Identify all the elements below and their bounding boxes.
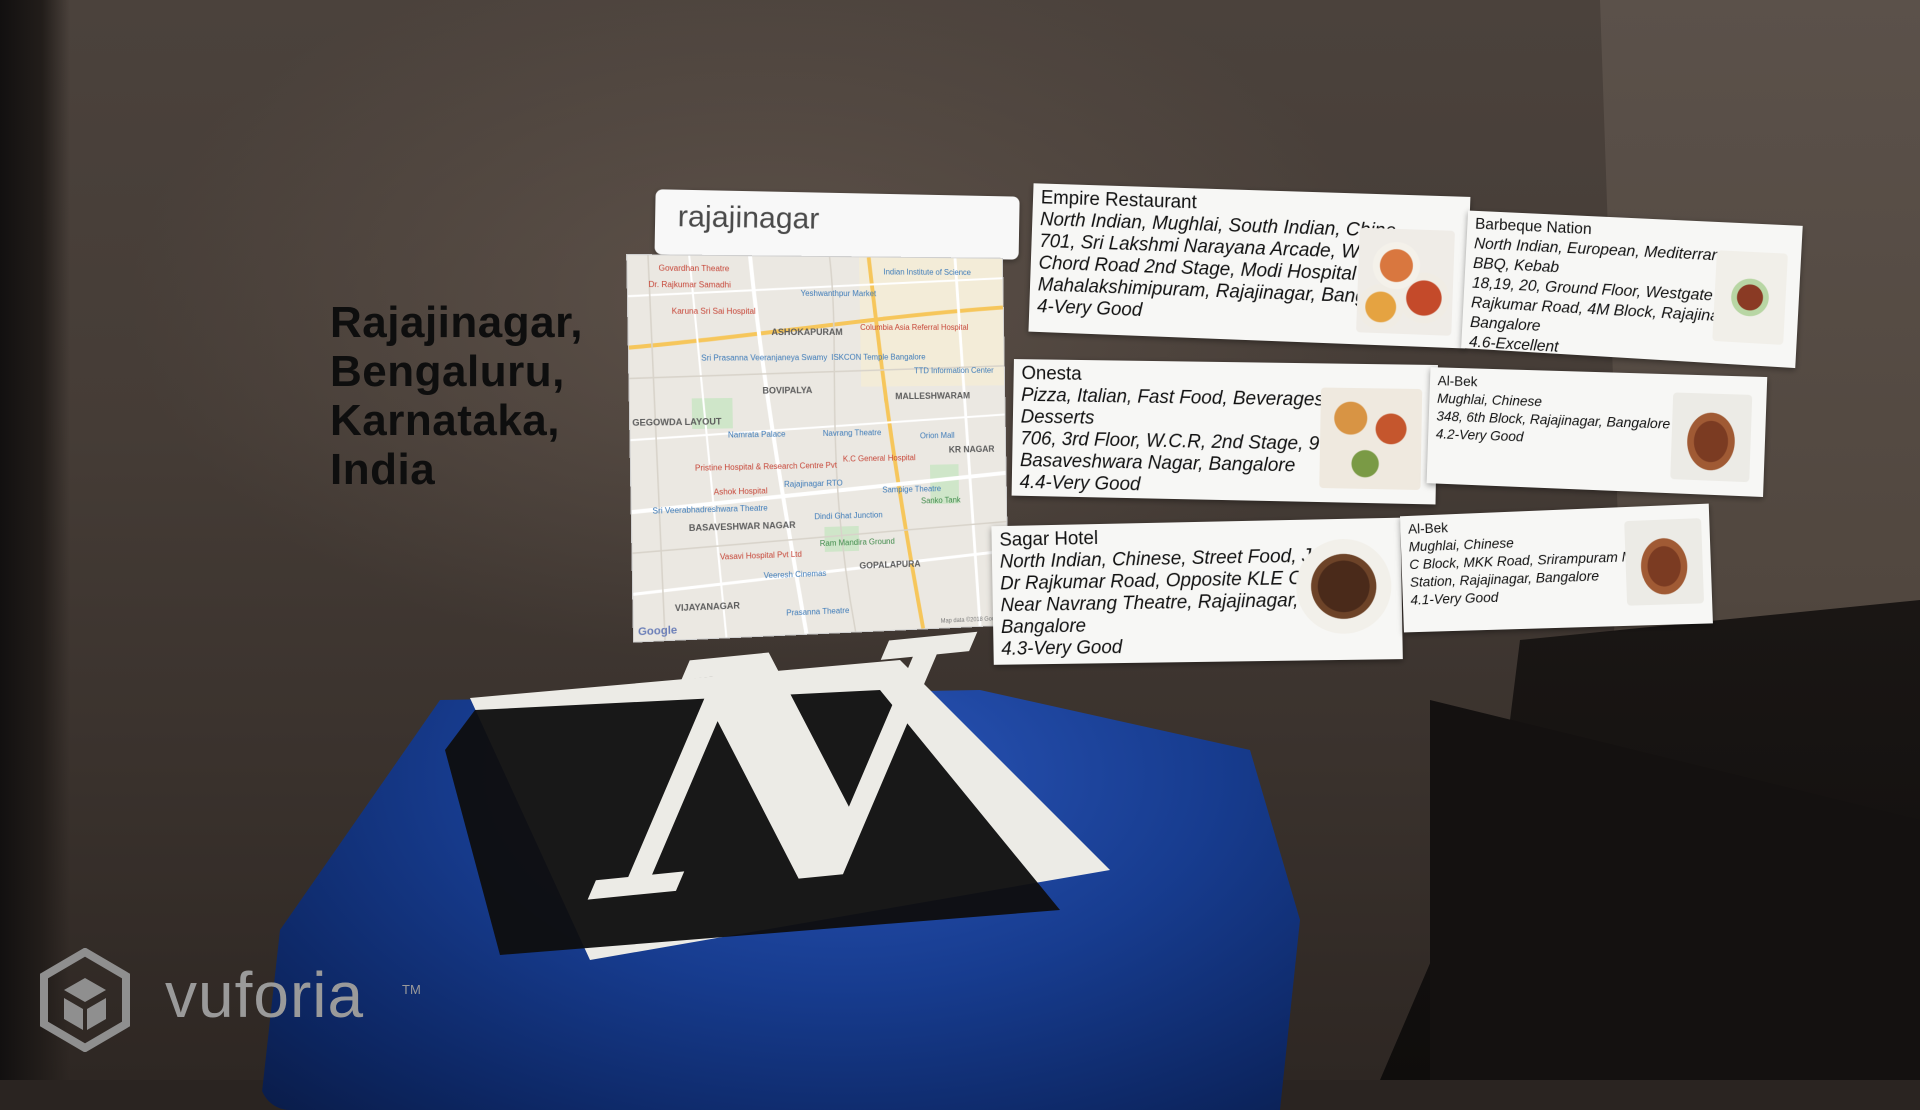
location-line: Karnataka, [330, 396, 650, 445]
map-area-label: KR NAGAR [949, 444, 995, 455]
map-poi[interactable]: Navrang Theatre [823, 428, 882, 438]
map-poi[interactable]: Rajajinagar RTO [784, 479, 843, 489]
vuforia-wordmark: vuforia [165, 958, 364, 1032]
location-line: Bengaluru, [330, 347, 650, 396]
restaurant-card[interactable]: Barbeque Nation North Indian, European, … [1461, 211, 1803, 369]
map-poi[interactable]: K.C General Hospital [843, 453, 916, 463]
restaurant-card[interactable]: Sagar Hotel North Indian, Chinese, Stree… [991, 518, 1402, 665]
map-area-label: ASHOKAPURAM [771, 327, 842, 337]
restaurant-card[interactable]: Onesta Pizza, Italian, Fast Food, Bevera… [1012, 359, 1438, 504]
location-title: Rajajinagar, Bengaluru, Karnataka, India [330, 298, 650, 494]
map-poi[interactable]: Yeshwanthpur Market [801, 289, 877, 298]
map-view[interactable]: ASHOKAPURAM BOVIPALYA MALLESHWARAM BASAV… [626, 254, 1009, 643]
map-poi[interactable]: Govardhan Theatre [658, 264, 729, 274]
map-area-label: GEGOWDA LAYOUT [632, 416, 721, 427]
map-poi[interactable]: ISKCON Temple Bangalore [831, 353, 925, 362]
restaurant-card[interactable]: Al-Bek Mughlai, Chinese C Block, MKK Roa… [1400, 504, 1713, 633]
map-poi[interactable]: Indian Institute of Science [883, 267, 971, 277]
restaurant-photo [1670, 392, 1752, 482]
map-poi[interactable]: Namrata Palace [728, 430, 786, 440]
map-poi[interactable]: Ashok Hospital [714, 486, 768, 496]
restaurant-photo [1356, 228, 1455, 336]
map-poi[interactable]: Columbia Asia Referral Hospital [860, 323, 968, 332]
map-poi[interactable]: Dr. Rajkumar Samadhi [648, 280, 731, 290]
location-line: Rajajinagar, [330, 298, 650, 347]
restaurant-photo [1319, 387, 1422, 490]
search-input[interactable]: rajajinagar [655, 189, 1020, 259]
restaurant-photo [1624, 518, 1704, 606]
restaurant-rating: 4.3-Very Good [1001, 633, 1394, 661]
restaurant-card[interactable]: Al-Bek Mughlai, Chinese 348, 6th Block, … [1427, 367, 1768, 497]
map-poi[interactable]: Sampige Theatre [882, 484, 941, 494]
map-poi[interactable]: Sri Prasanna Veeranjaneya Swamy [701, 353, 827, 363]
map-poi[interactable]: Karuna Sri Sai Hospital [672, 307, 756, 316]
restaurant-card[interactable]: Empire Restaurant North Indian, Mughlai,… [1028, 183, 1470, 348]
location-line: India [330, 445, 650, 494]
vuforia-logo-icon [40, 948, 130, 1052]
map-area-label: MALLESHWARAM [895, 391, 970, 402]
map-poi[interactable]: Sanko Tank [921, 495, 961, 505]
vuforia-trademark: TM [402, 982, 421, 997]
restaurant-photo [1712, 250, 1788, 345]
map-poi[interactable]: TTD Information Center [914, 366, 994, 375]
map-attribution: Google [638, 624, 677, 638]
map-area-label: BOVIPALYA [762, 385, 812, 396]
map-poi[interactable]: Orion Mall [920, 431, 955, 440]
wall-shadow-left [0, 0, 70, 1080]
